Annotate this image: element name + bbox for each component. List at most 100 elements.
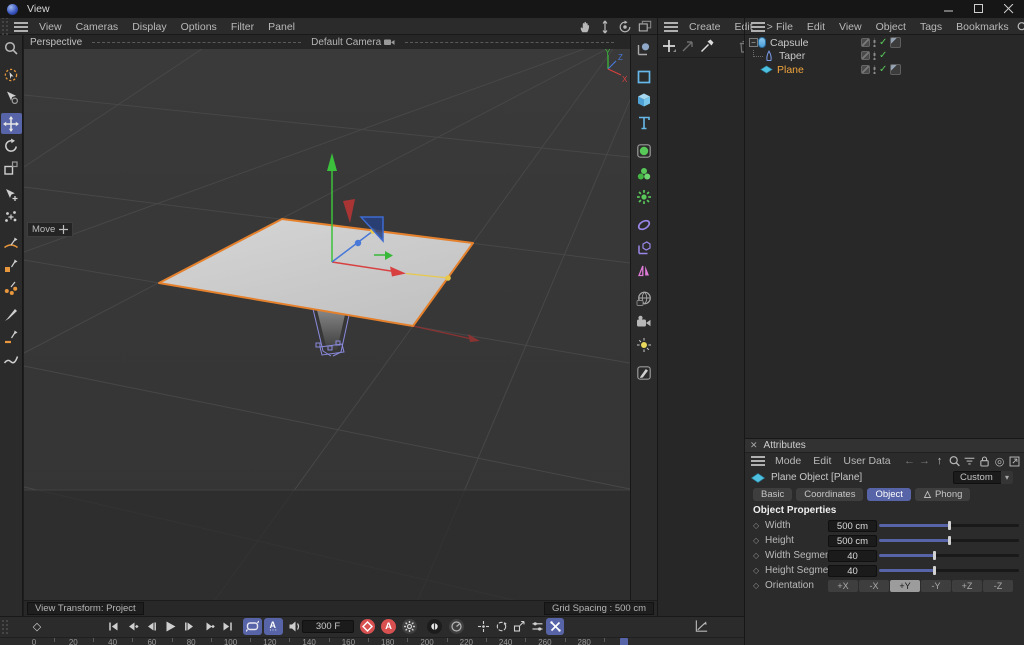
slider-handle[interactable] bbox=[933, 566, 936, 575]
tab-phong[interactable]: Phong bbox=[915, 488, 970, 501]
slider-handle[interactable] bbox=[933, 551, 936, 560]
keyframe-selection-button[interactable] bbox=[449, 619, 464, 634]
dolly-icon[interactable] bbox=[597, 19, 613, 34]
back-icon[interactable]: ← bbox=[903, 454, 916, 469]
transport-play[interactable] bbox=[161, 618, 180, 635]
record-autokey[interactable]: A bbox=[381, 619, 396, 634]
tool-spline-points[interactable] bbox=[1, 277, 22, 298]
view-mode-label[interactable]: Perspective bbox=[30, 37, 82, 48]
hamburger-icon[interactable] bbox=[14, 22, 28, 32]
drag-grip[interactable] bbox=[1, 619, 9, 635]
tool-spline-smooth[interactable] bbox=[1, 233, 22, 254]
toggle-maximize-icon[interactable] bbox=[637, 19, 653, 34]
tool-cursor-transform[interactable] bbox=[1, 184, 22, 205]
object-name[interactable]: Taper bbox=[779, 50, 805, 62]
record-objects-button[interactable] bbox=[427, 619, 442, 634]
channel-pla[interactable] bbox=[546, 618, 564, 635]
frame-count-field[interactable]: 300 F bbox=[302, 620, 354, 633]
create-deformer[interactable] bbox=[633, 214, 656, 236]
orientation-plusminus-z[interactable]: +Z bbox=[952, 580, 982, 592]
menu-mode[interactable]: Mode bbox=[769, 455, 807, 467]
create-spline-rectangle[interactable] bbox=[633, 66, 656, 88]
create-light-object[interactable] bbox=[633, 334, 656, 356]
orientation-plusminus-y[interactable]: +Y bbox=[890, 580, 920, 592]
tool-spline-sketch[interactable] bbox=[1, 348, 22, 369]
layer-toggle[interactable] bbox=[861, 38, 870, 47]
channel-rotation[interactable] bbox=[492, 618, 510, 635]
create-pen-tool[interactable] bbox=[633, 38, 656, 60]
tool-rotate[interactable] bbox=[1, 135, 22, 156]
channel-position[interactable] bbox=[474, 618, 492, 635]
menu-edit[interactable]: Edit bbox=[800, 21, 832, 33]
menu-view[interactable]: View bbox=[832, 21, 869, 33]
drag-grip[interactable] bbox=[0, 18, 8, 35]
create-generators[interactable] bbox=[633, 186, 656, 208]
slider-handle[interactable] bbox=[948, 521, 951, 530]
visibility-dots[interactable] bbox=[873, 38, 876, 47]
menu-filter[interactable]: Filter bbox=[224, 21, 261, 33]
create-volume-builder[interactable] bbox=[633, 163, 656, 185]
object-row-taper[interactable]: Taper ✓ bbox=[745, 50, 1024, 64]
viewport[interactable]: Perspective Default Camera bbox=[24, 35, 630, 600]
tab-object[interactable]: Object bbox=[867, 488, 910, 501]
tool-scale[interactable] bbox=[1, 157, 22, 178]
hamburger-icon[interactable] bbox=[751, 22, 765, 32]
forward-icon[interactable]: → bbox=[918, 454, 931, 469]
property-value-field[interactable]: 500 cm bbox=[828, 535, 877, 547]
record-record-keyframe[interactable] bbox=[360, 619, 375, 634]
popout-icon[interactable] bbox=[1008, 454, 1021, 469]
pan-hand-icon[interactable] bbox=[577, 19, 593, 34]
hamburger-icon[interactable] bbox=[751, 456, 765, 466]
close-icon[interactable]: ✕ bbox=[750, 440, 758, 451]
add-icon[interactable] bbox=[661, 37, 677, 55]
object-name[interactable]: Plane bbox=[777, 64, 804, 76]
enabled-check-icon[interactable]: ✓ bbox=[879, 65, 887, 75]
menu-object[interactable]: Object bbox=[869, 21, 913, 33]
create-subdivision-surface[interactable] bbox=[633, 140, 656, 162]
transport-prev-frame[interactable] bbox=[142, 618, 161, 635]
tool-magnet[interactable] bbox=[1, 206, 22, 227]
visibility-dots[interactable] bbox=[873, 65, 876, 74]
tool-move[interactable] bbox=[1, 113, 22, 134]
enabled-check-icon[interactable]: ✓ bbox=[879, 38, 887, 48]
up-icon[interactable]: ↑ bbox=[933, 454, 946, 469]
create-symmetry[interactable] bbox=[633, 260, 656, 282]
visibility-dots[interactable] bbox=[873, 51, 876, 60]
enabled-check-icon[interactable]: ✓ bbox=[879, 51, 887, 61]
menu-bookmarks[interactable]: Bookmarks bbox=[949, 21, 1016, 33]
keyable-diamond-icon[interactable]: ◇ bbox=[753, 536, 759, 545]
property-slider[interactable] bbox=[879, 554, 1019, 557]
tab-coordinates[interactable]: Coordinates bbox=[796, 488, 863, 501]
tab-basic[interactable]: Basic bbox=[753, 488, 792, 501]
layer-toggle[interactable] bbox=[861, 51, 870, 60]
create-scene-helper[interactable] bbox=[633, 237, 656, 259]
hamburger-icon[interactable] bbox=[664, 22, 678, 32]
phong-tag-icon[interactable] bbox=[890, 37, 901, 48]
fcurve-editor-button[interactable] bbox=[690, 618, 712, 635]
viewport-scene[interactable]: Y Z X bbox=[24, 49, 630, 600]
viewport-header[interactable]: Perspective Default Camera bbox=[24, 35, 630, 49]
tool-spline-square[interactable] bbox=[1, 255, 22, 276]
channel-scale[interactable] bbox=[510, 618, 528, 635]
expander-icon[interactable]: − bbox=[749, 38, 758, 47]
create-camera-object[interactable] bbox=[633, 311, 656, 333]
object-manager[interactable]: −Capsule✓Taper✓Plane✓ bbox=[744, 35, 1024, 438]
menu-panel[interactable]: Panel bbox=[261, 21, 302, 33]
search-icon[interactable] bbox=[1016, 19, 1024, 34]
search-icon[interactable] bbox=[948, 454, 961, 469]
attributes-header[interactable]: ✕ Attributes bbox=[745, 439, 1024, 453]
property-value-field[interactable]: 40 bbox=[828, 565, 877, 577]
channel-parameter[interactable] bbox=[528, 618, 546, 635]
transport-next-key[interactable] bbox=[199, 618, 218, 635]
minimize-button[interactable] bbox=[934, 0, 964, 18]
menu-view[interactable]: View bbox=[32, 21, 69, 33]
orientation-minus-x[interactable]: -X bbox=[859, 580, 889, 592]
menu-tags[interactable]: Tags bbox=[913, 21, 949, 33]
property-slider[interactable] bbox=[879, 569, 1019, 572]
menu-cameras[interactable]: Cameras bbox=[69, 21, 126, 33]
menu-user-data[interactable]: User Data bbox=[837, 455, 896, 467]
create-annotation[interactable] bbox=[633, 362, 656, 384]
create-cube-primitive[interactable] bbox=[633, 89, 656, 111]
orientation-plusminus-x[interactable]: +X bbox=[828, 580, 858, 592]
filter-icon[interactable] bbox=[963, 454, 976, 469]
